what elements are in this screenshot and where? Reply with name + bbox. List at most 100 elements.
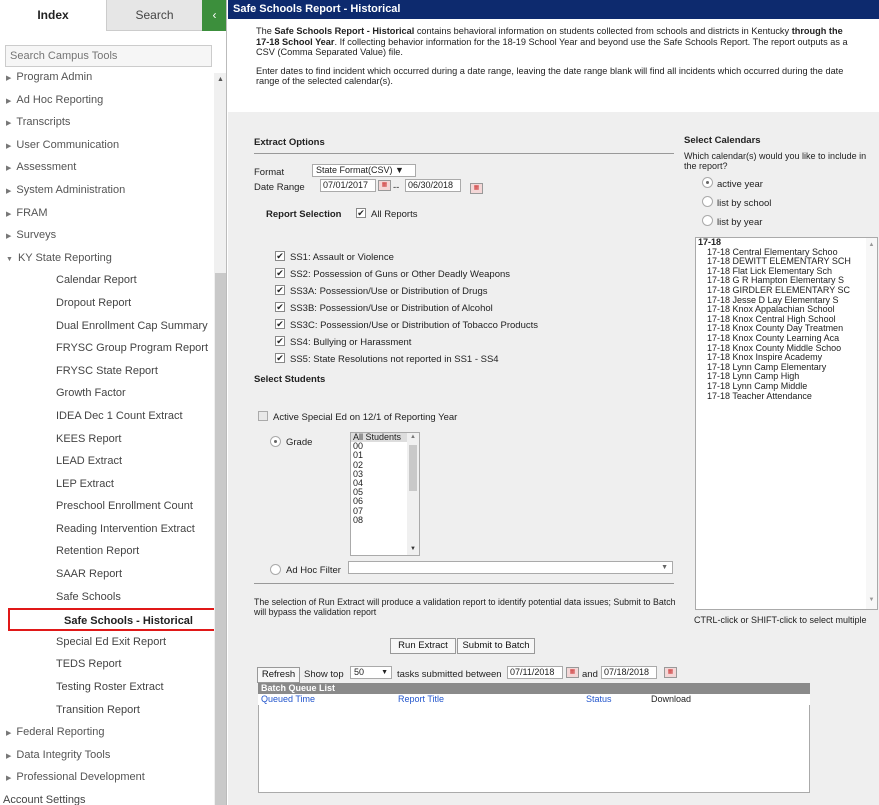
- sidebar-item-lep-extract[interactable]: LEP Extract: [0, 473, 213, 496]
- sidebar-item-account-settings[interactable]: Account Settings: [0, 789, 213, 805]
- sidebar-item-label: Data Integrity Tools: [16, 748, 111, 761]
- scroll-down-arrow-icon[interactable]: ▼: [407, 545, 419, 554]
- report-checkbox-ss3a[interactable]: ✔: [275, 285, 285, 295]
- sidebar-item-lead-extract[interactable]: LEAD Extract: [0, 450, 213, 473]
- date-separator: --: [393, 182, 400, 193]
- grade-listbox[interactable]: All Students 00 01 02 03 04 05 06 07 08 …: [350, 432, 420, 556]
- scroll-down-arrow-icon[interactable]: ▼: [866, 596, 877, 606]
- submit-to-batch-button[interactable]: Submit to Batch: [457, 638, 535, 654]
- tab-index[interactable]: Index: [0, 0, 107, 31]
- sidebar-item-label: Professional Development: [16, 771, 145, 784]
- collapse-sidebar-button[interactable]: ‹: [202, 0, 226, 31]
- report-checkbox-ss3b[interactable]: ✔: [275, 302, 285, 312]
- batch-queue-title: Batch Queue List: [258, 683, 810, 694]
- sidebar-item-frysc-state-report[interactable]: FRYSC State Report: [0, 360, 213, 383]
- scroll-up-arrow-icon[interactable]: ▲: [866, 241, 877, 251]
- sidebar-item-program-admin[interactable]: ▶ Program Admin: [0, 66, 213, 89]
- select-students-heading: Select Students: [254, 374, 326, 385]
- sidebar-item-special-ed-exit-report[interactable]: Special Ed Exit Report: [0, 631, 213, 654]
- report-checkbox-ss1[interactable]: ✔: [275, 251, 285, 261]
- sidebar-item-dropout-report[interactable]: Dropout Report: [0, 292, 213, 315]
- sidebar-item-frysc-group-program-report[interactable]: FRYSC Group Program Report: [0, 337, 213, 360]
- grade-radio[interactable]: [270, 436, 281, 447]
- date-from-input[interactable]: 07/01/2017: [320, 179, 376, 192]
- sidebar-item-ky-state-reporting[interactable]: ▼ KY State Reporting: [0, 247, 213, 270]
- report-label-ss3a: SS3A: Possession/Use or Distribution of …: [290, 286, 488, 297]
- format-select[interactable]: State Format(CSV) ▼: [312, 164, 416, 177]
- sidebar-item-professional-development[interactable]: ▶ Professional Development: [0, 766, 213, 789]
- sidebar-scrollbar[interactable]: ▲: [214, 73, 226, 805]
- ad-hoc-filter-select[interactable]: ▼: [348, 561, 673, 574]
- sidebar-item-reading-intervention-extract[interactable]: Reading Intervention Extract: [0, 518, 213, 541]
- grade-list-scrollbar[interactable]: ▲ ▼: [407, 433, 419, 555]
- report-checkbox-ss5[interactable]: ✔: [275, 353, 285, 363]
- list-by-school-label: list by school: [717, 198, 772, 209]
- sidebar-item-transcripts[interactable]: ▶ Transcripts: [0, 111, 213, 134]
- sidebar-item-assessment[interactable]: ▶ Assessment: [0, 156, 213, 179]
- column-report-title[interactable]: Report Title: [398, 694, 444, 705]
- scroll-thumb[interactable]: [409, 445, 417, 491]
- column-status[interactable]: Status: [586, 694, 612, 705]
- scroll-up-arrow-icon[interactable]: ▲: [407, 433, 419, 442]
- sidebar-item-saar-report[interactable]: SAAR Report: [0, 563, 213, 586]
- sidebar-item-surveys[interactable]: ▶ Surveys: [0, 224, 213, 247]
- ad-hoc-filter-label: Ad Hoc Filter: [286, 565, 341, 576]
- column-queued-time[interactable]: Queued Time: [261, 694, 315, 705]
- all-reports-checkbox[interactable]: ✔: [356, 208, 366, 218]
- sidebar-item-testing-roster-extract[interactable]: Testing Roster Extract: [0, 676, 213, 699]
- sidebar-item-idea-dec-1-count-extract[interactable]: IDEA Dec 1 Count Extract: [0, 405, 213, 428]
- sidebar-item-retention-report[interactable]: Retention Report: [0, 540, 213, 563]
- report-checkbox-ss2[interactable]: ✔: [275, 268, 285, 278]
- sidebar-item-transition-report[interactable]: Transition Report: [0, 699, 213, 722]
- calendar-icon[interactable]: ▦: [664, 667, 677, 678]
- caret-right-icon: ▶: [6, 165, 12, 173]
- report-checkbox-ss4[interactable]: ✔: [275, 336, 285, 346]
- divider: [254, 583, 674, 584]
- search-campus-tools-input[interactable]: [5, 45, 212, 67]
- sidebar-item-dual-enrollment-cap-summary[interactable]: Dual Enrollment Cap Summary: [0, 315, 213, 338]
- date-to-input[interactable]: 06/30/2018: [405, 179, 461, 192]
- sidebar-item-preschool-enrollment-count[interactable]: Preschool Enrollment Count: [0, 495, 213, 518]
- sidebar-item-calendar-report[interactable]: Calendar Report: [0, 269, 213, 292]
- special-ed-checkbox[interactable]: ✔: [258, 411, 268, 421]
- sidebar-item-safe-schools[interactable]: Safe Schools: [0, 586, 213, 609]
- batch-date-to-input[interactable]: 07/18/2018: [601, 666, 657, 679]
- report-label-ss3c: SS3C: Possession/Use or Distribution of …: [290, 320, 538, 331]
- sidebar-item-growth-factor[interactable]: Growth Factor: [0, 382, 213, 405]
- calendar-icon[interactable]: ▦: [566, 667, 579, 678]
- calendar-list-scrollbar[interactable]: ▲ ▼: [866, 238, 877, 609]
- sidebar-item-federal-reporting[interactable]: ▶ Federal Reporting: [0, 721, 213, 744]
- sidebar-item-label: Transcripts: [16, 116, 71, 129]
- sidebar-item-fram[interactable]: ▶ FRAM: [0, 202, 213, 225]
- sidebar-item-teds-report[interactable]: TEDS Report: [0, 653, 213, 676]
- batch-date-from-input[interactable]: 07/11/2018: [507, 666, 563, 679]
- calendar-icon[interactable]: ▦: [470, 183, 483, 194]
- sidebar-item-user-communication[interactable]: ▶ User Communication: [0, 134, 213, 157]
- sidebar-item-label: Surveys: [16, 229, 57, 242]
- refresh-button[interactable]: Refresh: [257, 667, 300, 683]
- validation-note: The selection of Run Extract will produc…: [254, 597, 676, 617]
- sidebar-item-safe-schools-historical[interactable]: Safe Schools - Historical: [8, 608, 217, 631]
- sidebar-nav: ▶ Program Admin ▶ Ad Hoc Reporting ▶ Transc…: [0, 66, 217, 805]
- calendar-icon[interactable]: ▦: [378, 180, 391, 191]
- special-ed-label: Active Special Ed on 12/1 of Reporting Y…: [273, 412, 458, 423]
- sidebar-item-ad-hoc-reporting[interactable]: ▶ Ad Hoc Reporting: [0, 89, 213, 112]
- calendar-listbox[interactable]: 17-18 17-18 Central Elementary Schoo 17-…: [695, 237, 878, 610]
- sidebar-item-kees-report[interactable]: KEES Report: [0, 428, 213, 451]
- run-extract-button[interactable]: Run Extract: [390, 638, 456, 654]
- scroll-up-arrow-icon[interactable]: ▲: [214, 73, 226, 87]
- scroll-thumb[interactable]: [215, 273, 226, 805]
- show-top-select[interactable]: 50 ▼: [350, 666, 392, 679]
- list-by-school-radio[interactable]: [702, 196, 713, 207]
- caret-right-icon: ▶: [6, 752, 12, 760]
- sidebar-item-system-administration[interactable]: ▶ System Administration: [0, 179, 213, 202]
- ad-hoc-filter-radio[interactable]: [270, 564, 281, 575]
- active-year-radio[interactable]: [702, 177, 713, 188]
- divider: [254, 153, 674, 154]
- sidebar-item-data-integrity-tools[interactable]: ▶ Data Integrity Tools: [0, 744, 213, 767]
- list-by-year-radio[interactable]: [702, 215, 713, 226]
- report-checkbox-ss3c[interactable]: ✔: [275, 319, 285, 329]
- sidebar-item-label: User Communication: [16, 138, 120, 151]
- tab-search[interactable]: Search: [107, 0, 202, 31]
- calendar-option[interactable]: 17-18 Teacher Attendance: [696, 391, 877, 402]
